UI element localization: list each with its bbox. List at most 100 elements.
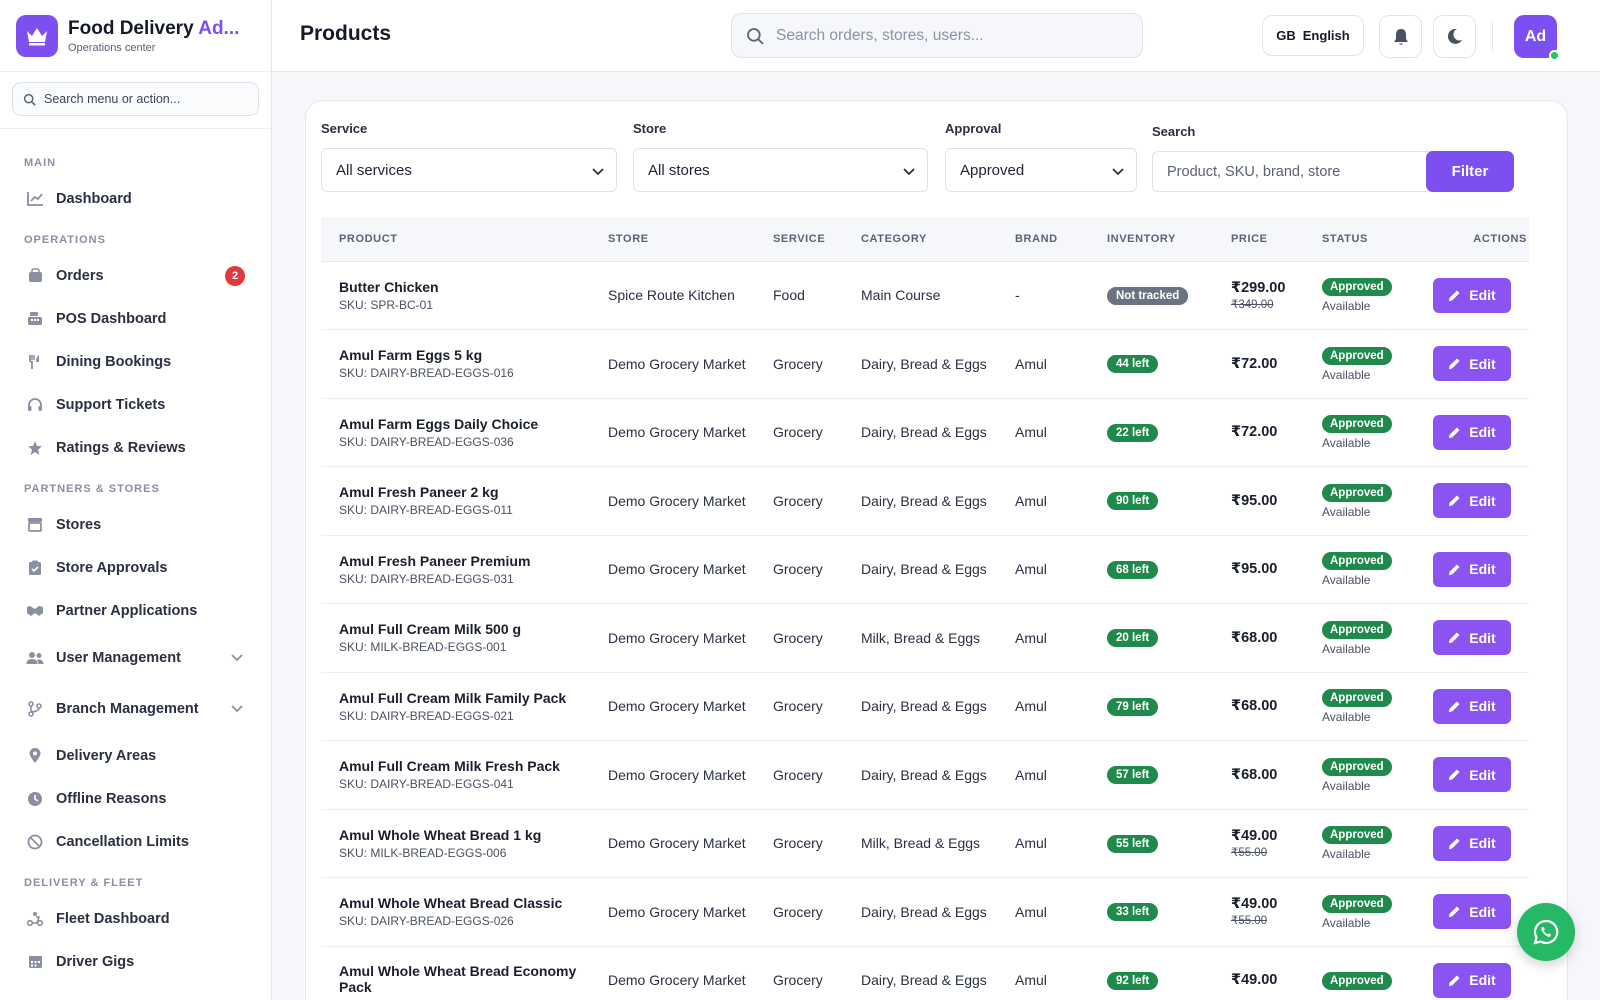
edit-button[interactable]: Edit: [1433, 962, 1511, 998]
approval-select[interactable]: Approved: [945, 148, 1137, 192]
price-value: ₹95.00: [1231, 561, 1278, 578]
edit-button[interactable]: Edit: [1433, 346, 1511, 382]
header-divider: [1492, 22, 1493, 52]
service-cell: Grocery: [773, 972, 823, 989]
product-name[interactable]: Amul Whole Wheat Bread Classic: [339, 895, 608, 911]
product-name[interactable]: Amul Full Cream Milk 500 g: [339, 621, 608, 637]
product-name[interactable]: Amul Full Cream Milk Fresh Pack: [339, 758, 608, 774]
global-search[interactable]: [731, 13, 1143, 58]
avatar[interactable]: Ad: [1514, 15, 1560, 61]
table-row[interactable]: Amul Whole Wheat Bread Economy Pack Demo …: [321, 946, 1529, 1000]
service-cell: Grocery: [773, 698, 823, 715]
table-row[interactable]: Amul Farm Eggs 5 kg SKU: DAIRY-BREAD-EGGS…: [321, 330, 1529, 399]
chevron-down-icon[interactable]: [231, 701, 243, 717]
sidebar-item-pos[interactable]: POS Dashboard: [0, 297, 271, 340]
sidebar-item-ratings[interactable]: Ratings & Reviews: [0, 426, 271, 469]
table-row[interactable]: Amul Full Cream Milk Family Pack SKU: DAI…: [321, 672, 1529, 741]
edit-button[interactable]: Edit: [1433, 551, 1511, 587]
product-name[interactable]: Amul Fresh Paneer 2 kg: [339, 484, 608, 500]
global-search-input[interactable]: [776, 26, 1116, 45]
service-select[interactable]: All services: [321, 148, 617, 192]
product-name[interactable]: Amul Whole Wheat Bread 1 kg: [339, 827, 608, 843]
edit-button[interactable]: Edit: [1433, 894, 1511, 930]
chevron-down-icon: [903, 163, 915, 180]
table-row[interactable]: Amul Whole Wheat Bread Classic SKU: DAIRY…: [321, 878, 1529, 947]
product-name[interactable]: Amul Fresh Paneer Premium: [339, 553, 608, 569]
inventory-badge: 68 left: [1107, 560, 1159, 579]
col-inventory[interactable]: INVENTORY: [1107, 217, 1231, 262]
sidebar-item-user-mgmt[interactable]: User Management: [0, 632, 271, 683]
sidebar-item-orders[interactable]: Orders 2: [0, 254, 271, 297]
brand[interactable]: Food Delivery Ad... Operations center: [0, 0, 271, 72]
notifications-button[interactable]: [1379, 15, 1422, 58]
table-row[interactable]: Amul Whole Wheat Bread 1 kg SKU: MILK-BRE…: [321, 809, 1529, 878]
sidebar-search-input[interactable]: [44, 92, 244, 106]
inventory-cell: 57 left: [1107, 741, 1231, 810]
sidebar-item-branch-mgmt[interactable]: Branch Management: [0, 683, 271, 734]
filter-button[interactable]: Filter: [1426, 151, 1514, 192]
table-row[interactable]: Amul Fresh Paneer Premium SKU: DAIRY-BREA…: [321, 535, 1529, 604]
table-row[interactable]: Amul Full Cream Milk Fresh Pack SKU: DAIR…: [321, 741, 1529, 810]
sidebar-item-fleet[interactable]: Fleet Dashboard: [0, 897, 271, 940]
service-cell: Grocery: [773, 424, 823, 441]
sidebar-item-partner-apps[interactable]: Partner Applications: [0, 589, 271, 632]
sidebar-item-delivery-areas[interactable]: Delivery Areas: [0, 734, 271, 777]
original-price: ₹55.00: [1231, 915, 1268, 928]
ban-icon: [26, 833, 44, 851]
sidebar-item-support[interactable]: Support Tickets: [0, 383, 271, 426]
col-product[interactable]: PRODUCT: [321, 217, 608, 262]
col-brand[interactable]: BRAND: [1015, 217, 1107, 262]
sidebar-search[interactable]: [12, 82, 259, 116]
product-name[interactable]: Butter Chicken: [339, 279, 608, 295]
product-search-input[interactable]: [1167, 163, 1417, 180]
edit-label: Edit: [1469, 629, 1496, 646]
sidebar-item-dashboard[interactable]: Dashboard: [0, 177, 271, 220]
chevron-down-icon: [1112, 163, 1124, 180]
edit-button[interactable]: Edit: [1433, 414, 1511, 450]
sidebar-item-dining[interactable]: Dining Bookings: [0, 340, 271, 383]
status-cell: Approved Available: [1322, 330, 1428, 399]
col-category[interactable]: CATEGORY: [861, 217, 1015, 262]
sidebar-item-store-approvals[interactable]: Store Approvals: [0, 546, 271, 589]
chevron-down-icon[interactable]: [231, 650, 243, 666]
edit-label: Edit: [1469, 903, 1496, 920]
store-select[interactable]: All stores: [633, 148, 928, 192]
col-status[interactable]: STATUS: [1322, 217, 1428, 262]
price-cell: ₹49.00: [1231, 946, 1322, 1000]
table-row[interactable]: Amul Full Cream Milk 500 g SKU: MILK-BREA…: [321, 604, 1529, 672]
edit-button[interactable]: Edit: [1433, 620, 1511, 656]
table-row[interactable]: Amul Fresh Paneer 2 kg SKU: DAIRY-BREAD-E…: [321, 467, 1529, 535]
orders-count-badge: 2: [225, 265, 245, 286]
edit-button[interactable]: Edit: [1433, 483, 1511, 519]
edit-button[interactable]: Edit: [1433, 277, 1511, 313]
col-service[interactable]: SERVICE: [773, 217, 861, 262]
product-name[interactable]: Amul Farm Eggs 5 kg: [339, 347, 608, 363]
table-row[interactable]: Butter Chicken SKU: SPR-BC-01 Spice Route …: [321, 261, 1529, 330]
sidebar-item-cancel-limits[interactable]: Cancellation Limits: [0, 820, 271, 863]
original-price: ₹349.00: [1231, 298, 1274, 311]
col-price[interactable]: PRICE: [1231, 217, 1322, 262]
sidebar-item-offline-reasons[interactable]: Offline Reasons: [0, 777, 271, 820]
table-row[interactable]: Amul Farm Eggs Daily Choice SKU: DAIRY-BR…: [321, 398, 1529, 467]
status-cell: Approved Available: [1322, 878, 1428, 947]
product-name[interactable]: Amul Farm Eggs Daily Choice: [339, 416, 608, 432]
product-search-field[interactable]: [1152, 151, 1448, 192]
inventory-badge: 55 left: [1107, 834, 1159, 853]
col-store[interactable]: STORE: [608, 217, 773, 262]
store-cell: Demo Grocery Market: [608, 424, 746, 441]
edit-button[interactable]: Edit: [1433, 688, 1511, 724]
category-cell: Dairy, Bread & Eggs: [861, 355, 987, 372]
theme-toggle-button[interactable]: [1433, 15, 1476, 58]
sidebar-item-stores[interactable]: Stores: [0, 503, 271, 546]
edit-button[interactable]: Edit: [1433, 825, 1511, 861]
language-selector[interactable]: GB English: [1262, 15, 1364, 56]
product-name[interactable]: Amul Whole Wheat Bread Economy Pack: [339, 963, 608, 995]
sidebar-item-driver-gigs[interactable]: Driver Gigs: [0, 940, 271, 983]
product-name[interactable]: Amul Full Cream Milk Family Pack: [339, 690, 608, 706]
status-cell: Approved Available: [1322, 672, 1428, 741]
price-value: ₹49.00: [1231, 972, 1278, 989]
online-status-dot: [1549, 50, 1560, 61]
edit-button[interactable]: Edit: [1433, 757, 1511, 793]
whatsapp-chat-button[interactable]: [1517, 903, 1575, 961]
store-cell: Demo Grocery Market: [608, 903, 746, 920]
